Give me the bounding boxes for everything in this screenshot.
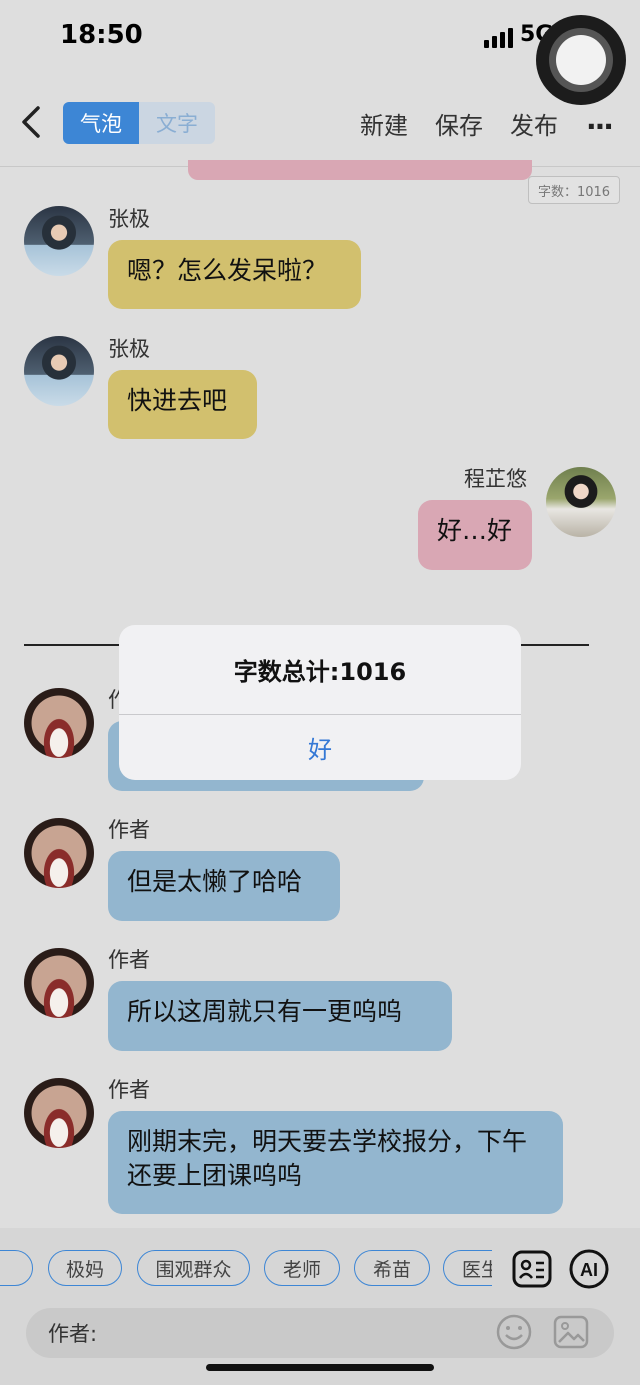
emoji-icon[interactable] xyxy=(494,1312,534,1352)
alert-ok-button[interactable]: 好 xyxy=(119,715,521,780)
avatar[interactable] xyxy=(24,206,94,276)
role-chip[interactable]: 老师 xyxy=(264,1250,340,1286)
previous-bubble[interactable] xyxy=(188,160,532,180)
avatar[interactable] xyxy=(24,336,94,406)
avatar[interactable] xyxy=(24,1078,94,1148)
mode-bubble-tab[interactable]: 气泡 xyxy=(63,102,139,144)
avatar[interactable] xyxy=(24,948,94,1018)
word-count-badge: 字数：1016 xyxy=(528,176,620,204)
role-chip-bar[interactable]: 极妈 围观群众 老师 希苗 医生 xyxy=(0,1250,492,1290)
word-count-alert: 字数总计:1016 好 xyxy=(119,625,521,780)
avatar[interactable] xyxy=(546,467,616,537)
more-button[interactable]: ··· xyxy=(586,110,614,143)
speaker-name: 张极 xyxy=(108,207,150,231)
message-bubble[interactable]: 嗯？怎么发呆啦？ xyxy=(108,240,361,309)
role-chip[interactable]: 极妈 xyxy=(48,1250,122,1286)
role-chip[interactable]: 医生 xyxy=(443,1250,492,1286)
screen: 18:50 5G 气泡 文字 新建 保存 发布 ··· 字数：1016 张极 嗯… xyxy=(0,0,640,1385)
mode-switch: 气泡 文字 xyxy=(63,102,215,144)
message-bubble[interactable]: 好…好 xyxy=(418,500,532,570)
section-divider xyxy=(24,644,124,646)
message-bubble[interactable]: 所以这周就只有一更呜呜 xyxy=(108,981,452,1051)
ai-icon[interactable]: AI xyxy=(568,1248,610,1290)
speaker-name: 程芷悠 xyxy=(464,467,527,491)
status-time: 18:50 xyxy=(60,20,143,50)
message-bubble[interactable]: 但是太懒了哈哈 xyxy=(108,851,340,921)
home-indicator[interactable] xyxy=(206,1364,434,1371)
message-bubble[interactable]: 快进去吧 xyxy=(108,370,257,439)
publish-button[interactable]: 发布 xyxy=(510,106,558,141)
back-icon[interactable] xyxy=(18,102,48,142)
speaker-name: 作者 xyxy=(108,948,150,972)
role-chip[interactable] xyxy=(0,1250,33,1286)
role-chip[interactable]: 围观群众 xyxy=(137,1250,250,1286)
contact-card-icon[interactable] xyxy=(511,1248,553,1290)
speaker-name: 作者 xyxy=(108,818,150,842)
signal-icon xyxy=(484,28,513,48)
speaker-name: 作者 xyxy=(108,1078,150,1102)
message-input[interactable]: 作者: xyxy=(26,1308,614,1358)
alert-title: 字数总计:1016 xyxy=(233,658,407,686)
speaker-name: 张极 xyxy=(108,337,150,361)
mode-text-tab[interactable]: 文字 xyxy=(139,102,215,144)
avatar[interactable] xyxy=(24,688,94,758)
svg-text:AI: AI xyxy=(580,1260,598,1280)
section-divider xyxy=(515,644,589,646)
message-bubble[interactable]: 刚期末完，明天要去学校报分，下午还要上团课呜呜 xyxy=(108,1111,563,1214)
avatar[interactable] xyxy=(24,818,94,888)
save-button[interactable]: 保存 xyxy=(435,106,483,141)
status-bar: 18:50 5G xyxy=(0,0,640,105)
new-button[interactable]: 新建 xyxy=(360,106,408,141)
image-icon[interactable] xyxy=(551,1312,591,1352)
bottom-panel: 极妈 围观群众 老师 希苗 医生 AI 作者: xyxy=(0,1228,640,1385)
role-chip[interactable]: 希苗 xyxy=(354,1250,430,1286)
toolbar: 气泡 文字 新建 保存 发布 ··· xyxy=(0,90,640,160)
input-speaker-label: 作者: xyxy=(48,1322,98,1346)
